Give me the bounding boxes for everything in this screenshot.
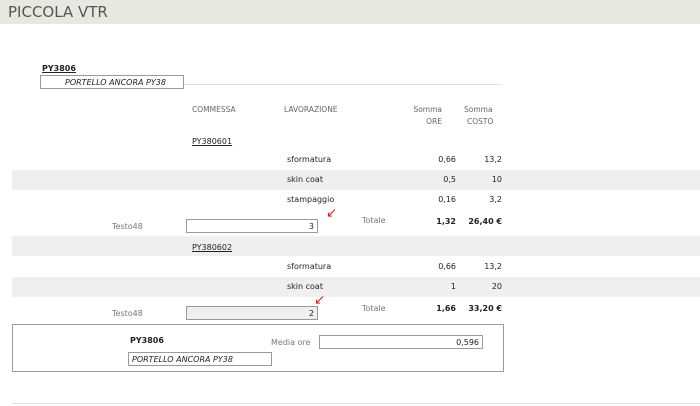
group-code: PY3806 <box>42 64 76 73</box>
row-costo: 20 <box>491 282 502 291</box>
column-commessa: COMMESSA <box>192 105 236 114</box>
media-ore-value: 0,596 <box>456 338 479 347</box>
row-lavorazione: skin coat <box>287 282 323 291</box>
row-ore: 0,66 <box>438 262 456 271</box>
row-costo: 3,2 <box>489 195 502 204</box>
group-description-field[interactable]: PORTELLO ANCORA PY38 <box>40 75 184 89</box>
row-costo: 10 <box>491 175 502 184</box>
row-band <box>12 236 700 256</box>
testo-value: 3 <box>308 222 314 231</box>
row-ore: 0,66 <box>438 155 456 164</box>
column-somma-costo-line1: Somma <box>464 105 493 114</box>
footer-description-field[interactable]: PORTELLO ANCORA PY38 <box>128 352 272 366</box>
totale-costo: 26,40 € <box>468 217 502 226</box>
testo-label: Testo48 <box>112 309 143 318</box>
footer-description: PORTELLO ANCORA PY38 <box>132 355 233 364</box>
testo-label: Testo48 <box>112 222 143 231</box>
group-description: PORTELLO ANCORA PY38 <box>65 78 166 87</box>
totale-label: Totale <box>362 304 386 313</box>
column-somma-ore-line1: Somma <box>413 105 442 114</box>
section-commessa: PY380602 <box>192 243 233 252</box>
column-lavorazione: LAVORAZIONE <box>284 105 338 114</box>
row-lavorazione: sformatura <box>287 155 332 164</box>
row-ore: 0,16 <box>438 195 456 204</box>
red-check-mark-icon: ↙ <box>314 293 325 308</box>
row-ore: 0,5 <box>443 175 456 184</box>
row-band <box>12 277 700 297</box>
row-lavorazione: stampaggio <box>287 195 335 204</box>
bottom-divider <box>12 403 700 404</box>
column-somma-costo-line2: COSTO <box>467 117 494 126</box>
group-divider <box>184 84 502 85</box>
report-title: PICCOLA VTR <box>8 3 108 21</box>
totale-ore: 1,32 <box>436 217 456 226</box>
row-band <box>12 170 700 190</box>
testo-value: 2 <box>308 309 314 318</box>
section-commessa: PY380601 <box>192 137 233 146</box>
totale-costo: 33,20 € <box>468 304 502 313</box>
column-somma-ore-line2: ORE <box>426 117 442 126</box>
testo-field[interactable]: 2 <box>186 306 318 320</box>
row-costo: 13,2 <box>484 155 502 164</box>
totale-ore: 1,66 <box>436 304 456 313</box>
media-ore-field[interactable]: 0,596 <box>319 335 483 349</box>
totale-label: Totale <box>362 216 386 225</box>
row-lavorazione: skin coat <box>287 175 323 184</box>
row-lavorazione: sformatura <box>287 262 332 271</box>
media-ore-label: Media ore <box>271 338 311 347</box>
testo-field[interactable]: 3 <box>186 219 318 233</box>
row-costo: 13,2 <box>484 262 502 271</box>
row-ore: 1 <box>450 282 456 291</box>
footer-code: PY3806 <box>130 336 164 345</box>
red-check-mark-icon: ↙ <box>326 206 337 221</box>
